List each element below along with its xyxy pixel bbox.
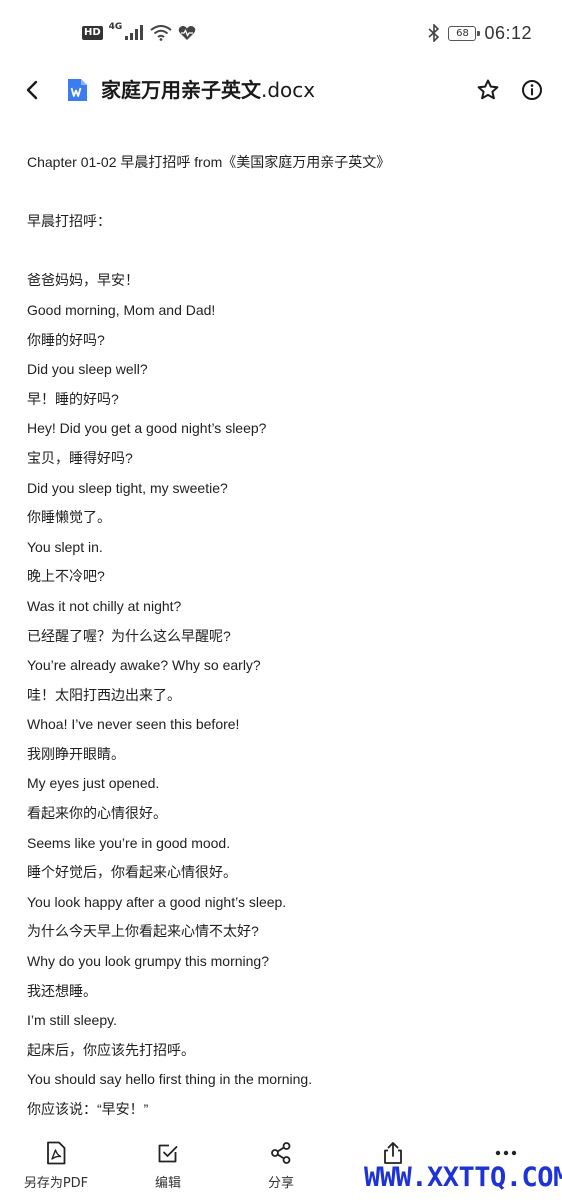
document-line: I’m still sleepy. (27, 1012, 117, 1029)
pdf-icon (47, 1141, 66, 1165)
document-line: Seems like you’re in good mood. (27, 834, 231, 851)
document-line: 我刚睁开眼睛。 (27, 745, 125, 762)
document-line: You’re already awake? Why so early? (27, 657, 261, 674)
document-lines: 爸爸妈妈，早安！ Good morning, Mom and Dad! 你睡的好吗?… (27, 266, 547, 1124)
document-line: Why do you look grumpy this morning? (27, 953, 269, 970)
document-line: You slept in. (27, 538, 103, 555)
section-title: 早晨打招呼： (27, 213, 111, 230)
document-title-extension: .docx (261, 78, 316, 102)
document-line: 看起来你的心情很好。 (27, 805, 167, 822)
share-icon (271, 1142, 291, 1164)
status-bar: HD 4G 68 06:12 (0, 0, 562, 64)
document-line: 你睡懒觉了。 (27, 509, 111, 526)
heart-icon (179, 26, 196, 40)
save-as-pdf-button[interactable]: 另存为PDF (6, 1140, 106, 1191)
document-line: 宝贝，睡得好吗? (27, 449, 133, 466)
document-heading: Chapter 01-02 早晨打招呼 from《美国家庭万用亲子英文》 (27, 154, 391, 170)
status-time: 06:12 (484, 22, 532, 43)
watermark: WWW.XXTTQ.COM (364, 1162, 562, 1193)
document-line: Did you sleep well? (27, 361, 148, 378)
document-line: Was it not chilly at night? (27, 597, 182, 614)
document-body: Chapter 01-02 早晨打招呼 from《美国家庭万用亲子英文》 早晨打… (27, 148, 547, 1125)
network-type-label: 4G (108, 22, 123, 32)
word-doc-icon (68, 79, 87, 101)
status-left: HD 4G (82, 22, 196, 44)
document-line: 为什么今天早上你看起来心情不太好? (27, 923, 259, 940)
bluetooth-icon (428, 24, 440, 42)
info-button[interactable] (518, 76, 546, 104)
document-line: 我还想睡。 (27, 982, 97, 999)
document-line: 你睡的好吗? (27, 331, 105, 348)
document-title: 家庭万用亲子英文.docx (101, 76, 315, 104)
document-title-name: 家庭万用亲子英文 (101, 78, 261, 102)
document-line: 已经醒了喔？为什么这么早醒呢? (27, 627, 231, 644)
info-icon (522, 80, 542, 100)
favorite-button[interactable] (474, 76, 502, 104)
document-line: 哇！太阳打西边出来了。 (27, 686, 181, 703)
battery-level: 68 (456, 27, 469, 39)
document-line: 起床后，你应该先打招呼。 (27, 1041, 195, 1058)
document-line: Did you sleep tight, my sweetie? (27, 479, 228, 496)
battery-icon: 68 (448, 25, 481, 41)
document-line: 晚上不冷吧? (27, 568, 105, 585)
document-line: You look happy after a good night’s slee… (27, 893, 287, 910)
edit-icon (158, 1144, 178, 1163)
document-line: Hey! Did you get a good night’s sleep? (27, 420, 267, 437)
document-line: 你应该说：“早安！” (27, 1101, 149, 1117)
document-line: Good morning, Mom and Dad! (27, 301, 216, 318)
save-as-pdf-label: 另存为PDF (23, 1176, 89, 1191)
document-viewer-screen: HD 4G 68 06:12 家庭万用亲子英文.docx Chapter 01-… (0, 0, 562, 1200)
edit-label: 编辑 (154, 1176, 181, 1191)
document-line: You should say hello first thing in the … (27, 1071, 313, 1088)
document-line: My eyes just opened. (27, 775, 160, 792)
title-bar: 家庭万用亲子英文.docx (0, 64, 562, 116)
star-icon (477, 79, 499, 100)
document-line: 睡个好觉后，你看起来心情很好。 (27, 864, 237, 881)
more-icon (495, 1150, 517, 1156)
document-line: 爸爸妈妈，早安！ (27, 272, 139, 289)
share-label: 分享 (267, 1176, 294, 1191)
document-line: Whoa! I’ve never seen this before! (27, 716, 240, 733)
wifi-icon (150, 25, 172, 41)
back-button[interactable] (18, 76, 46, 104)
document-line: 早！睡的好吗? (27, 390, 119, 407)
edit-button[interactable]: 编辑 (118, 1140, 218, 1191)
share-button[interactable]: 分享 (231, 1140, 331, 1191)
signal-icon (125, 25, 144, 40)
back-arrow-icon (26, 80, 38, 100)
hd-icon: HD (82, 26, 103, 40)
status-right: 68 06:12 (428, 20, 532, 46)
